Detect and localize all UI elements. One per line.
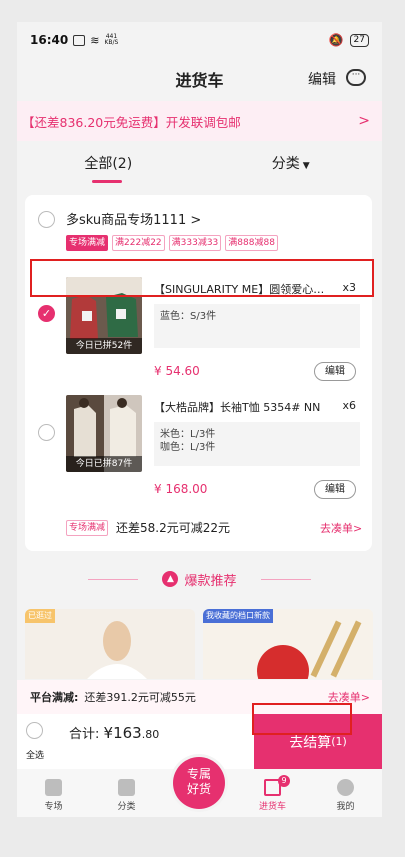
tab-category[interactable]: 分类 ▼	[200, 153, 383, 173]
tab-label: 专场	[44, 802, 63, 812]
product-spec[interactable]: 米色：L/3件 咖色：L/3件	[154, 422, 360, 466]
special-icon	[45, 779, 62, 796]
store-select-checkbox[interactable]	[38, 211, 55, 228]
user-icon	[337, 779, 354, 796]
store-discount-footer: 专场满减 还差58.2元可减22元 去凑单>	[66, 519, 362, 536]
tab-special[interactable]: 专场	[17, 769, 90, 817]
recommend-header: ▲ 爆款推荐	[17, 564, 382, 594]
product-price: ¥ 168.00	[154, 482, 208, 496]
battery-indicator: 27	[349, 33, 369, 47]
network-speed: 441 KB/S	[104, 33, 119, 46]
sold-today-label: 今日已拼52件	[66, 338, 142, 354]
total-label: 合计:	[69, 727, 100, 742]
edit-item-button[interactable]: 编辑	[314, 480, 356, 499]
notice-text: 【还差836.20元免运费】开发联调包邮	[22, 114, 241, 130]
edit-button[interactable]: 编辑	[308, 69, 336, 89]
promo-tag: 专场满减	[66, 519, 109, 536]
total-amount: 合计: ¥163.80	[69, 723, 159, 742]
tab-label: 进货车	[258, 802, 286, 812]
edit-item-button[interactable]: 编辑	[314, 362, 356, 381]
platform-discount-text: 还差391.2元可减55元	[84, 691, 196, 704]
spec-line: 咖色：L/3件	[160, 442, 216, 453]
checkout-count: (1)	[331, 735, 347, 748]
divider-line	[260, 578, 311, 580]
page-title: 进货车	[175, 71, 224, 90]
center-button-line: 好货	[186, 782, 211, 796]
wifi-icon: ≋	[90, 33, 100, 47]
visited-badge: 已逛过	[25, 609, 55, 623]
divider-line	[88, 578, 139, 580]
add-more-link[interactable]: 去凑单>	[320, 520, 370, 536]
highlight-box	[252, 703, 352, 735]
product-image[interactable]: 今日已拼87件	[66, 395, 142, 472]
discount-progress-text: 还差58.2元可减22元	[116, 521, 231, 535]
store-name[interactable]: 多sku商品专场1111 >	[66, 209, 201, 228]
recommend-title: 爆款推荐	[184, 573, 237, 589]
notification-icon	[73, 34, 86, 46]
total-decimal: .80	[141, 728, 160, 741]
phone-screen: 16:40 ≋ 441 KB/S 🔕 27 进货车 编辑 ··· 【还差836.…	[17, 22, 382, 817]
sold-today-label: 今日已拼87件	[66, 456, 142, 472]
grid-icon	[118, 779, 135, 796]
promo-tags: 专场满减 满222减22 满333减33 满888减88	[66, 235, 278, 251]
caret-down-icon: ▼	[302, 161, 310, 171]
tab-label: 分类	[117, 802, 136, 812]
status-bar: 16:40 ≋ 441 KB/S 🔕 27	[17, 22, 382, 58]
chevron-right-icon: >	[358, 113, 370, 129]
recommend-item[interactable]: 我收藏的档口新款	[203, 609, 373, 679]
product-select-checkbox[interactable]: ✓	[38, 305, 55, 322]
tab-category-label: 分类	[271, 156, 300, 172]
select-all-checkbox[interactable]	[26, 722, 43, 739]
product-quantity: x6	[342, 399, 356, 412]
product-spec[interactable]: 蓝色：S/3件	[154, 304, 360, 348]
recommend-item[interactable]: 已逛过	[25, 609, 195, 679]
spec-line: 蓝色：S/3件	[160, 311, 217, 322]
promo-tag: 专场满减	[66, 235, 109, 251]
tab-label: 我的	[336, 802, 355, 812]
center-button-line: 专属	[186, 767, 211, 781]
promo-tag: 满888减88	[225, 235, 278, 251]
tab-all[interactable]: 全部(2)	[17, 153, 200, 183]
select-all-label[interactable]: 全选	[26, 748, 44, 761]
cart-item: 今日已拼87件 【大梏品牌】长袖T恤 5354# NN x6 米色：L/3件 咖…	[66, 395, 360, 505]
cart-count-badge: 9	[278, 775, 290, 787]
total-main: ¥163	[103, 724, 142, 742]
platform-discount-label: 平台满减:	[30, 691, 79, 704]
spec-line: 米色：L/3件	[160, 429, 216, 440]
exclusive-goods-button[interactable]: 专属 好货	[173, 757, 225, 809]
mute-icon: 🔕	[328, 33, 344, 47]
product-select-checkbox[interactable]	[38, 424, 55, 441]
highlight-box	[30, 259, 374, 297]
fire-icon: ▲	[162, 571, 179, 587]
store-card: 多sku商品专场1111 > 专场满减 满222减22 满333减33 满888…	[25, 195, 372, 551]
product-title[interactable]: 【大梏品牌】长袖T恤 5354# NN	[154, 399, 334, 415]
free-shipping-notice[interactable]: 【还差836.20元免运费】开发联调包邮 >	[17, 101, 382, 141]
cart-tabs: 全部(2) 分类 ▼	[17, 143, 382, 183]
tab-profile[interactable]: 我的	[309, 769, 382, 817]
top-navbar: 进货车 编辑 ···	[17, 58, 382, 100]
promo-tag: 满222减22	[112, 235, 165, 251]
chat-icon[interactable]: ···	[346, 69, 366, 86]
tab-cart[interactable]: 进货车 9	[236, 769, 309, 817]
status-time: 16:40	[30, 33, 69, 47]
promo-tag: 满333减33	[168, 235, 222, 251]
tab-categories[interactable]: 分类	[90, 769, 163, 817]
collected-store-badge: 我收藏的档口新款	[203, 609, 273, 623]
product-price: ¥ 54.60	[154, 364, 200, 378]
tab-all-label: 全部(2)	[84, 156, 133, 172]
